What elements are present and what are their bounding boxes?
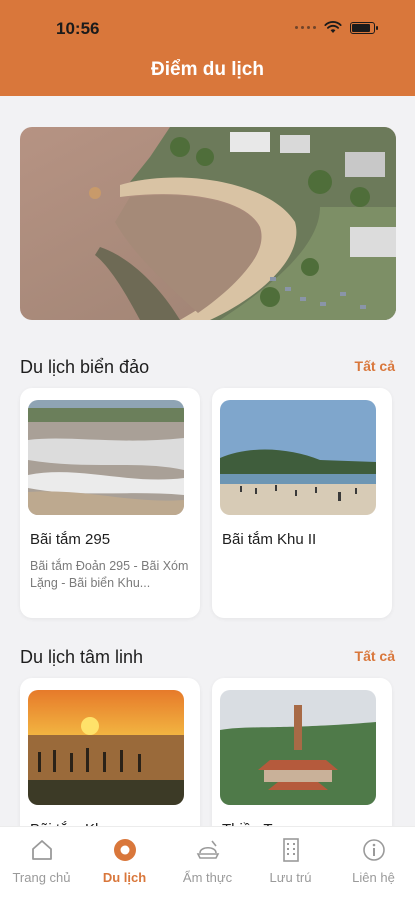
home-icon [31, 840, 52, 860]
see-all-sea-link[interactable]: Tất cả [355, 358, 395, 374]
hero-banner-image[interactable] [20, 127, 396, 320]
tab-label: Liên hệ [352, 870, 395, 885]
tab-contact[interactable]: Liên hệ [332, 827, 415, 900]
place-card[interactable]: Bãi tắm Khoang ... [20, 678, 200, 838]
card-title: Bãi tắm Khu II [222, 531, 317, 548]
place-card[interactable]: Bãi tắm Khu II [212, 388, 392, 618]
place-card[interactable]: Bãi tắm 295 Bãi tắm Đoản 295 - Bãi Xóm L… [20, 388, 200, 618]
tab-label: Lưu trú [269, 870, 312, 885]
place-card[interactable]: Thiền Tự ... [212, 678, 392, 838]
tab-stay[interactable]: Lưu trú [249, 827, 332, 900]
battery-level [352, 23, 370, 32]
section-title-sea: Du lịch biển đảo [20, 357, 150, 377]
card-title: Bãi tắm 295 [30, 531, 111, 548]
page-title: Điểm du lịch [151, 59, 264, 80]
building-icon [282, 838, 299, 862]
sunset-sea-photo [28, 690, 184, 805]
card-description: Bãi tắm Đoản 295 - Bãi Xóm Lặng - Bãi bi… [30, 559, 189, 590]
pagoda-tower-photo [220, 690, 376, 805]
tab-label: Du lịch [102, 870, 147, 885]
status-bar: 10:56 [0, 14, 415, 44]
beach-waves-photo [28, 400, 184, 515]
tab-label: Ẩm thực [182, 870, 233, 885]
status-time: 10:56 [56, 19, 100, 38]
wifi-icon [324, 21, 342, 33]
app-header: 10:56 Điểm du lịch [0, 0, 415, 96]
location-pin-icon [113, 839, 136, 861]
bottom-tab-bar: Trang chủ Du lịch Ẩm thực Lưu trú Liên h… [0, 826, 415, 900]
battery-icon [350, 21, 378, 34]
tab-food[interactable]: Ẩm thực [166, 827, 249, 900]
food-icon [196, 840, 219, 859]
beach-crowd-photo [220, 400, 376, 515]
status-icons [295, 21, 378, 34]
see-all-spiritual-link[interactable]: Tất cả [355, 648, 395, 664]
section-title-spiritual: Du lịch tâm linh [20, 647, 144, 667]
signal-icon [295, 26, 316, 29]
tab-label: Trang chủ [12, 870, 71, 885]
tab-home[interactable]: Trang chủ [0, 827, 83, 900]
tab-travel[interactable]: Du lịch [83, 827, 166, 900]
info-icon [362, 839, 385, 861]
